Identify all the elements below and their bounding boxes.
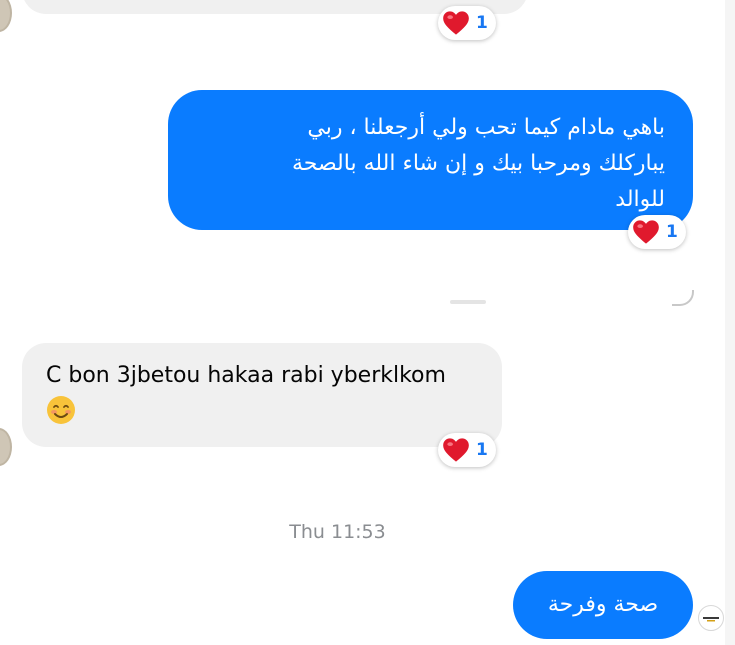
- smiling-face-icon: [47, 396, 75, 424]
- reaction-count: 1: [476, 440, 488, 460]
- sender-avatar[interactable]: [0, 0, 12, 32]
- message-reaction[interactable]: 1: [628, 215, 686, 249]
- message-reaction[interactable]: 1: [438, 433, 496, 467]
- incoming-message-bubble[interactable]: C bon 3jbetou hakaa rabi yberklkom: [22, 343, 502, 447]
- outgoing-message-bubble[interactable]: باهي مادام كيما تحب ولي أرجعلنا ، ربي يب…: [168, 90, 693, 230]
- sender-avatar[interactable]: [0, 428, 12, 466]
- message-reaction[interactable]: 1: [438, 6, 496, 40]
- partial-element: [450, 300, 486, 304]
- message-text: صحة وفرحة: [547, 592, 659, 617]
- reaction-count: 1: [666, 222, 678, 242]
- heart-icon: [633, 220, 659, 244]
- brand-logo-icon: [703, 617, 719, 622]
- message-timestamp: Thu 11:53: [289, 521, 386, 543]
- reaction-count: 1: [476, 13, 488, 33]
- heart-icon: [443, 11, 469, 35]
- message-line: للوالد: [615, 187, 665, 212]
- outgoing-message-bubble[interactable]: صحة وفرحة: [513, 571, 693, 639]
- heart-icon: [443, 438, 469, 462]
- message-line: باهي مادام كيما تحب ولي أرجعلنا ، ربي: [307, 115, 665, 140]
- message-text: C bon 3jbetou hakaa rabi yberklkom: [46, 363, 446, 388]
- scrollbar[interactable]: [725, 0, 735, 645]
- seen-avatar: [698, 605, 724, 631]
- message-line: يباركلك ومرحبا بيك و إن شاء الله بالصحة: [291, 151, 665, 176]
- partial-element: [672, 290, 694, 306]
